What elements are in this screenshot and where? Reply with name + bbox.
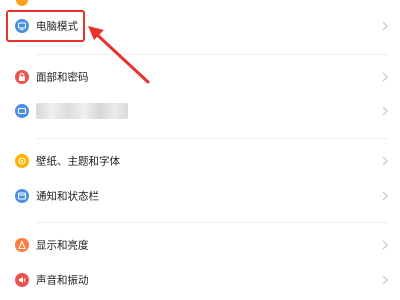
divider: [36, 138, 388, 139]
settings-item-wallpaper-theme-font[interactable]: 壁纸、主题和字体: [0, 141, 400, 181]
settings-item-label: 声音和振动: [36, 274, 89, 287]
brightness-icon: [15, 238, 29, 252]
chevron-right-icon: [382, 275, 388, 285]
chevron-right-icon: [382, 106, 388, 116]
settings-item-blurred[interactable]: [0, 91, 400, 131]
chevron-right-icon: [382, 191, 388, 201]
annotation-arrow-icon: [88, 26, 150, 84]
chevron-right-icon: [382, 156, 388, 166]
settings-item-sound-vibration[interactable]: 声音和振动: [0, 260, 400, 300]
settings-item-label: 通知和状态栏: [36, 190, 99, 203]
settings-item-display-brightness[interactable]: 显示和亮度: [0, 225, 400, 265]
chevron-right-icon: [382, 21, 388, 31]
divider: [36, 222, 388, 223]
settings-item-label: 显示和亮度: [36, 239, 89, 252]
chevron-right-icon: [382, 72, 388, 82]
sound-icon: [15, 273, 29, 287]
settings-item-label: 壁纸、主题和字体: [36, 155, 120, 168]
blurred-label: [36, 103, 128, 119]
lock-icon: [15, 70, 29, 84]
palette-icon: [15, 154, 29, 168]
notification-icon: [15, 189, 29, 203]
settings-item-notification-statusbar[interactable]: 通知和状态栏: [0, 176, 400, 216]
settings-screen: 电脑模式 面部和密码 壁纸、主题和字体 通知和状态栏 显示和亮度 声音和振动: [0, 0, 400, 300]
chevron-right-icon: [382, 240, 388, 250]
display-icon: [15, 104, 29, 118]
annotation-highlight-box: [6, 10, 85, 42]
